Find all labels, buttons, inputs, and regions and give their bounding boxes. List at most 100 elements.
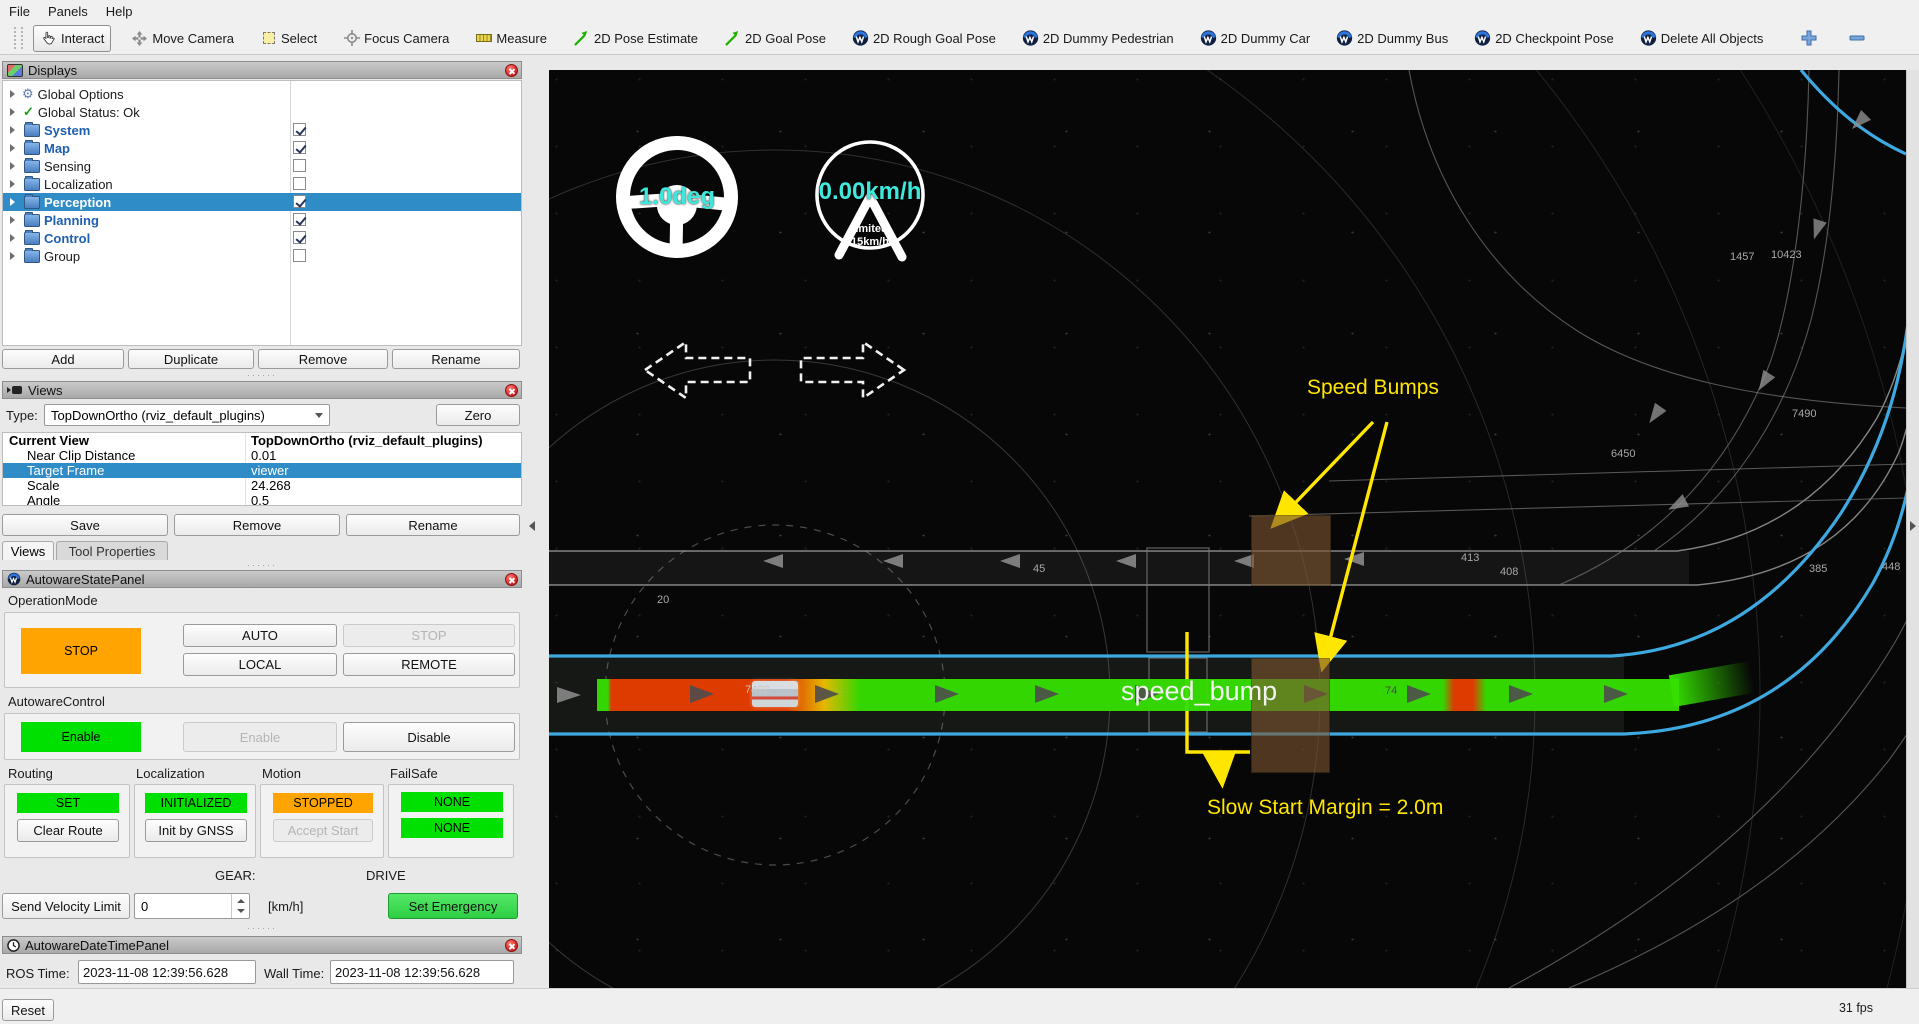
display-checkbox[interactable] [293, 177, 306, 190]
collapse-left-panel-icon[interactable] [529, 521, 535, 531]
local-mode-button[interactable]: LOCAL [183, 653, 337, 676]
tool-select[interactable]: Select [254, 26, 323, 51]
tool-2d-dummy-car[interactable]: 2D Dummy Car [1194, 26, 1317, 51]
tool-2d-goal-pose[interactable]: 2D Goal Pose [718, 26, 832, 51]
autoware-datetime-panel-header[interactable]: AutowareDateTimePanel [2, 936, 522, 954]
add-display-button[interactable]: Add [2, 349, 124, 369]
status-bar: Reset 31 fps [0, 988, 1919, 1024]
menu-help[interactable]: Help [97, 2, 142, 21]
display-checkbox[interactable] [293, 141, 306, 154]
display-row-planning[interactable]: Planning [3, 211, 521, 229]
view-type-combobox[interactable]: TopDownOrtho (rviz_default_plugins) [44, 404, 330, 426]
ros-time-label: ROS Time: [6, 966, 70, 981]
display-row-map[interactable]: Map [3, 139, 521, 157]
tool-2d-rough-goal-pose[interactable]: 2D Rough Goal Pose [846, 26, 1002, 51]
tool-interact[interactable]: Interact [33, 25, 111, 52]
expander-icon[interactable] [10, 216, 15, 224]
display-checkbox[interactable] [293, 231, 306, 244]
tool-2d-dummy-pedestrian[interactable]: 2D Dummy Pedestrian [1016, 26, 1180, 51]
disable-control-button[interactable]: Disable [343, 722, 515, 752]
rename-view-button[interactable]: Rename [346, 514, 520, 536]
send-velocity-limit-button[interactable]: Send Velocity Limit [2, 893, 130, 919]
menu-file[interactable]: File [0, 2, 39, 21]
display-row-system[interactable]: System [3, 121, 521, 139]
zero-view-button[interactable]: Zero [436, 404, 520, 426]
expander-icon[interactable] [10, 198, 15, 206]
enable-control-button[interactable]: Enable [183, 722, 337, 752]
render-viewport[interactable]: 1.0deg 0.00km/h limited 15km/h Speed Bum… [549, 70, 1906, 988]
expander-icon[interactable] [10, 90, 15, 98]
remote-mode-button[interactable]: REMOTE [343, 653, 515, 676]
display-checkbox[interactable] [293, 159, 306, 172]
autoware-state-panel-header[interactable]: AutowareStatePanel [2, 570, 522, 588]
tool-measure[interactable]: Measure [469, 26, 553, 51]
stop-mode-button[interactable]: STOP [343, 624, 515, 647]
tool-2d-dummy-bus[interactable]: 2D Dummy Bus [1330, 26, 1454, 51]
expander-icon[interactable] [10, 180, 15, 188]
tab-tool-properties[interactable]: Tool Properties [56, 541, 168, 560]
table-row[interactable]: Near Clip Distance 0.01 [3, 448, 521, 463]
splitter-handle[interactable]: ······ [2, 925, 522, 930]
init-by-gnss-button[interactable]: Init by GNSS [145, 819, 247, 842]
reset-button[interactable]: Reset [2, 999, 54, 1021]
add-tool-button[interactable] [1795, 26, 1823, 50]
tool-focus-camera[interactable]: Focus Camera [337, 26, 455, 51]
close-icon[interactable] [505, 384, 518, 397]
toolbar-grip-handle[interactable] [14, 27, 23, 49]
tab-views[interactable]: Views [2, 541, 54, 560]
wall-time-input[interactable] [330, 960, 514, 984]
remove-view-button[interactable]: Remove [174, 514, 340, 536]
save-view-button[interactable]: Save [2, 514, 168, 536]
display-row-control[interactable]: Control [3, 229, 521, 247]
tool-move-camera[interactable]: Move Camera [125, 26, 240, 51]
views-panel-header[interactable]: Views [2, 381, 522, 399]
menu-panels[interactable]: Panels [39, 2, 97, 21]
auto-mode-button[interactable]: AUTO [183, 624, 337, 647]
rename-display-button[interactable]: Rename [392, 349, 520, 369]
tool-delete-all-objects[interactable]: Delete All Objects [1634, 26, 1770, 51]
accept-start-button[interactable]: Accept Start [273, 819, 373, 842]
display-checkbox[interactable] [293, 123, 306, 136]
ros-time-input[interactable] [78, 960, 256, 984]
display-row-sensing[interactable]: Sensing [3, 157, 521, 175]
folder-icon [24, 214, 40, 227]
display-row-localization[interactable]: Localization [3, 175, 521, 193]
close-icon[interactable] [505, 64, 518, 77]
display-row-global-options[interactable]: ⚙ Global Options [3, 85, 521, 103]
splitter-handle[interactable]: ······ [2, 562, 522, 567]
table-row[interactable]: Scale 24.268 [3, 478, 521, 493]
table-row[interactable]: Current View TopDownOrtho (rviz_default_… [3, 433, 521, 448]
tool-2d-checkpoint-pose[interactable]: 2D Checkpoint Pose [1468, 26, 1620, 51]
expander-icon[interactable] [10, 126, 15, 134]
display-row-group[interactable]: Group [3, 247, 521, 265]
expander-icon[interactable] [10, 162, 15, 170]
table-row-selected[interactable]: Target Frame viewer [3, 463, 521, 478]
tool-2d-pose-estimate[interactable]: 2D Pose Estimate [567, 26, 704, 51]
display-checkbox[interactable] [293, 249, 306, 262]
lane-id-label: 74 [1385, 685, 1397, 697]
remove-tool-button[interactable] [1843, 26, 1871, 50]
close-icon[interactable] [505, 573, 518, 586]
table-row[interactable]: Angle 0.5 [3, 493, 521, 506]
set-emergency-button[interactable]: Set Emergency [388, 893, 518, 919]
close-icon[interactable] [505, 939, 518, 952]
display-checkbox[interactable] [293, 213, 306, 226]
remove-display-button[interactable]: Remove [258, 349, 388, 369]
duplicate-display-button[interactable]: Duplicate [128, 349, 254, 369]
display-row-global-status[interactable]: ✓ Global Status: Ok [3, 103, 521, 121]
displays-panel-header[interactable]: Displays [2, 61, 522, 79]
expander-icon[interactable] [10, 234, 15, 242]
display-row-perception[interactable]: Perception [3, 193, 521, 211]
tool-label: 2D Dummy Car [1221, 31, 1311, 46]
display-checkbox[interactable] [293, 195, 306, 208]
lane-id-label: 385 [1809, 563, 1827, 575]
spinbox-arrows[interactable] [231, 894, 249, 918]
expander-icon[interactable] [10, 108, 15, 116]
tool-label: Measure [496, 31, 547, 46]
clear-route-button[interactable]: Clear Route [17, 819, 119, 842]
velocity-limit-spinbox[interactable]: 0 [134, 893, 250, 919]
expand-right-panel-icon[interactable] [1910, 521, 1916, 531]
splitter-handle[interactable]: ······ [2, 372, 522, 377]
expander-icon[interactable] [10, 144, 15, 152]
expander-icon[interactable] [10, 252, 15, 260]
